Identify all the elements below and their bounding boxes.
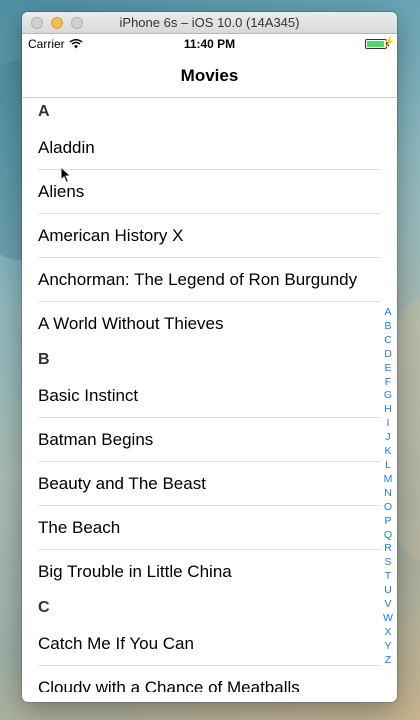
section-header: C: [22, 594, 397, 622]
status-bar: Carrier 11:40 PM ⚡: [22, 34, 397, 54]
index-letter[interactable]: Q: [384, 529, 392, 543]
mouse-cursor-icon: [60, 166, 72, 184]
index-letter[interactable]: T: [385, 570, 391, 584]
window-title: iPhone 6s – iOS 10.0 (14A345): [119, 15, 300, 30]
index-letter[interactable]: Y: [384, 640, 391, 654]
index-letter[interactable]: J: [385, 431, 390, 445]
index-letter[interactable]: E: [384, 362, 391, 376]
index-letter[interactable]: L: [385, 459, 391, 473]
index-letter[interactable]: O: [384, 501, 392, 515]
index-letter[interactable]: S: [384, 556, 391, 570]
movie-row[interactable]: Catch Me If You Can: [22, 622, 397, 666]
movies-table[interactable]: A Aladdin Aliens American History X Anchorma…: [22, 98, 397, 692]
movie-row[interactable]: A World Without Thieves: [22, 302, 397, 346]
index-letter[interactable]: U: [384, 584, 392, 598]
index-letter[interactable]: A: [384, 306, 391, 320]
index-letter[interactable]: F: [385, 376, 391, 390]
movie-row[interactable]: Batman Begins: [22, 418, 397, 462]
simulator-window: iPhone 6s – iOS 10.0 (14A345) Carrier 11…: [22, 12, 397, 702]
movie-row[interactable]: Beauty and The Beast: [22, 462, 397, 506]
movie-row[interactable]: American History X: [22, 214, 397, 258]
index-letter[interactable]: M: [384, 473, 393, 487]
navigation-bar: Movies: [22, 54, 397, 98]
window-titlebar[interactable]: iPhone 6s – iOS 10.0 (14A345): [22, 12, 397, 34]
index-letter[interactable]: X: [384, 626, 391, 640]
index-letter[interactable]: Z: [385, 654, 391, 668]
index-letter[interactable]: C: [384, 334, 392, 348]
movie-row[interactable]: Aliens: [22, 170, 397, 214]
table-sections: A Aladdin Aliens American History X Anchorma…: [22, 98, 397, 692]
index-letter[interactable]: G: [384, 389, 392, 403]
index-letter[interactable]: P: [384, 515, 391, 529]
index-letter[interactable]: N: [384, 487, 392, 501]
section-header: B: [22, 346, 397, 374]
index-letter[interactable]: V: [384, 598, 391, 612]
section-index[interactable]: ABCDEFGHIJKLMNOPQRSTUVWXYZ: [381, 306, 395, 668]
movie-row[interactable]: Big Trouble in Little China: [22, 550, 397, 594]
section-header: A: [22, 98, 397, 126]
index-letter[interactable]: W: [383, 612, 393, 626]
index-letter[interactable]: H: [384, 403, 392, 417]
movie-row[interactable]: Cloudy with a Chance of Meatballs: [22, 666, 397, 692]
index-letter[interactable]: B: [384, 320, 391, 334]
index-letter[interactable]: R: [384, 542, 392, 556]
battery-level: [367, 41, 385, 47]
movie-row[interactable]: Aladdin: [22, 126, 397, 170]
status-time: 11:40 PM: [183, 37, 236, 51]
nav-title: Movies: [180, 65, 239, 85]
movie-row[interactable]: The Beach: [22, 506, 397, 550]
movie-row[interactable]: Anchorman: The Legend of Ron Burgundy: [22, 258, 397, 302]
index-letter[interactable]: I: [387, 417, 390, 431]
movie-row[interactable]: Basic Instinct: [22, 374, 397, 418]
index-letter[interactable]: D: [384, 348, 392, 362]
index-letter[interactable]: K: [384, 445, 391, 459]
charging-bolt-icon: ⚡: [382, 37, 395, 48]
